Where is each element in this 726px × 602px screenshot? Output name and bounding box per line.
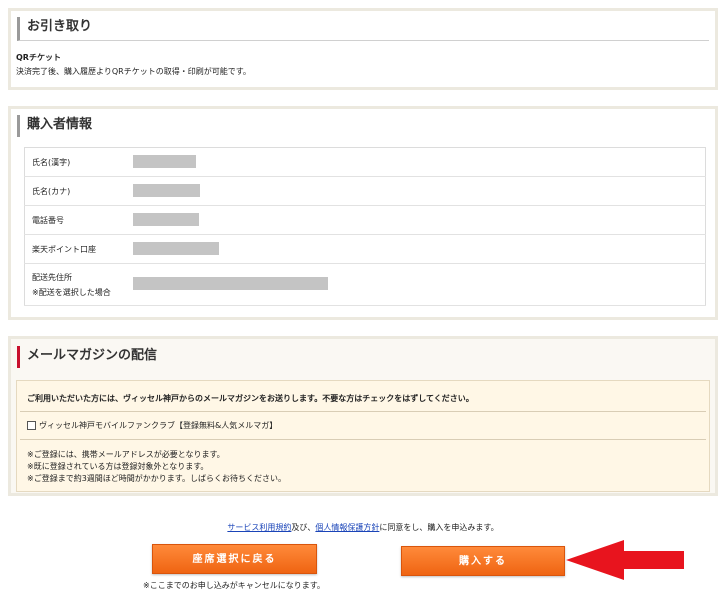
point-account-label: 楽天ポイント口座 xyxy=(24,234,133,264)
address-value xyxy=(132,263,706,306)
mail-notes: ※ご登録には、携帯メールアドレスが必要となります。 ※既に登録されている方は登録… xyxy=(27,449,286,485)
name-kanji-value xyxy=(132,147,706,177)
agreement-connector: 及び、 xyxy=(291,523,316,532)
mail-note: ※既に登録されている方は登録対象外となります。 xyxy=(27,462,209,471)
address-label: 配送先住所 ※配送を選択した場合 xyxy=(24,263,133,306)
mail-panel: メールマガジンの配信 ご利用いただいた方には、ヴィッセル神戸からのメールマガジン… xyxy=(8,336,718,496)
phone-label: 電話番号 xyxy=(24,205,133,235)
pickup-title: お引き取り xyxy=(17,17,709,41)
agreement-tail: に同意をし、購入を申込みます。 xyxy=(379,523,499,532)
buyer-info-table: 氏名(漢字) 氏名(カナ) 電話番号 楽天ポイント口座 配送先住所 ※配送を選択… xyxy=(24,147,706,306)
address-label-note: ※配送を選択した場合 xyxy=(32,287,111,297)
privacy-link[interactable]: 個人情報保護方針 xyxy=(315,523,379,532)
cancel-note: ※ここまでのお申し込みがキャンセルになります。 xyxy=(143,581,325,590)
table-row: 氏名(漢字) xyxy=(24,147,706,177)
pickup-panel: お引き取り QRチケット 決済完了後、購入履歴よりQRチケットの取得・印刷が可能… xyxy=(8,8,718,90)
address-label-main: 配送先住所 xyxy=(32,272,72,282)
fanclub-checkbox-label: ヴィッセル神戸モバイルファンクラブ【登録無料&人気メルマガ】 xyxy=(39,421,278,430)
table-row: 楽天ポイント口座 xyxy=(24,234,706,264)
point-account-value xyxy=(132,234,706,264)
divider xyxy=(20,411,706,412)
pickup-subtitle: QRチケット xyxy=(16,53,61,62)
fanclub-checkbox-row[interactable]: ヴィッセル神戸モバイルファンクラブ【登録無料&人気メルマガ】 xyxy=(27,420,277,431)
table-row: 氏名(カナ) xyxy=(24,176,706,206)
pickup-description: 決済完了後、購入履歴よりQRチケットの取得・印刷が可能です。 xyxy=(16,67,251,76)
table-row: 電話番号 xyxy=(24,205,706,235)
mail-notice: ご利用いただいた方には、ヴィッセル神戸からのメールマガジンをお送りします。不要な… xyxy=(27,394,474,403)
phone-value xyxy=(132,205,706,235)
purchase-button[interactable]: 購入する xyxy=(401,546,565,576)
fanclub-checkbox[interactable] xyxy=(27,421,36,430)
mail-box: ご利用いただいた方には、ヴィッセル神戸からのメールマガジンをお送りします。不要な… xyxy=(16,380,710,492)
name-kana-label: 氏名(カナ) xyxy=(24,176,133,206)
buyer-panel: 購入者情報 氏名(漢字) 氏名(カナ) 電話番号 楽天ポイント口座 配送先住所 … xyxy=(8,106,718,320)
name-kana-value xyxy=(132,176,706,206)
arrow-left-icon xyxy=(566,540,684,580)
agreement-text: サービス利用規約及び、個人情報保護方針に同意をし、購入を申込みます。 xyxy=(0,522,726,533)
back-to-seat-button[interactable]: 座席選択に戻る xyxy=(152,544,317,574)
table-row: 配送先住所 ※配送を選択した場合 xyxy=(24,263,706,306)
terms-link[interactable]: サービス利用規約 xyxy=(227,523,291,532)
mail-title: メールマガジンの配信 xyxy=(17,346,709,368)
mail-note: ※ご登録まで約3週間ほど時間がかかります。しばらくお待ちください。 xyxy=(27,474,286,483)
mail-note: ※ご登録には、携帯メールアドレスが必要となります。 xyxy=(27,450,225,459)
name-kanji-label: 氏名(漢字) xyxy=(24,147,133,177)
divider xyxy=(20,439,706,440)
buyer-title: 購入者情報 xyxy=(17,115,709,137)
